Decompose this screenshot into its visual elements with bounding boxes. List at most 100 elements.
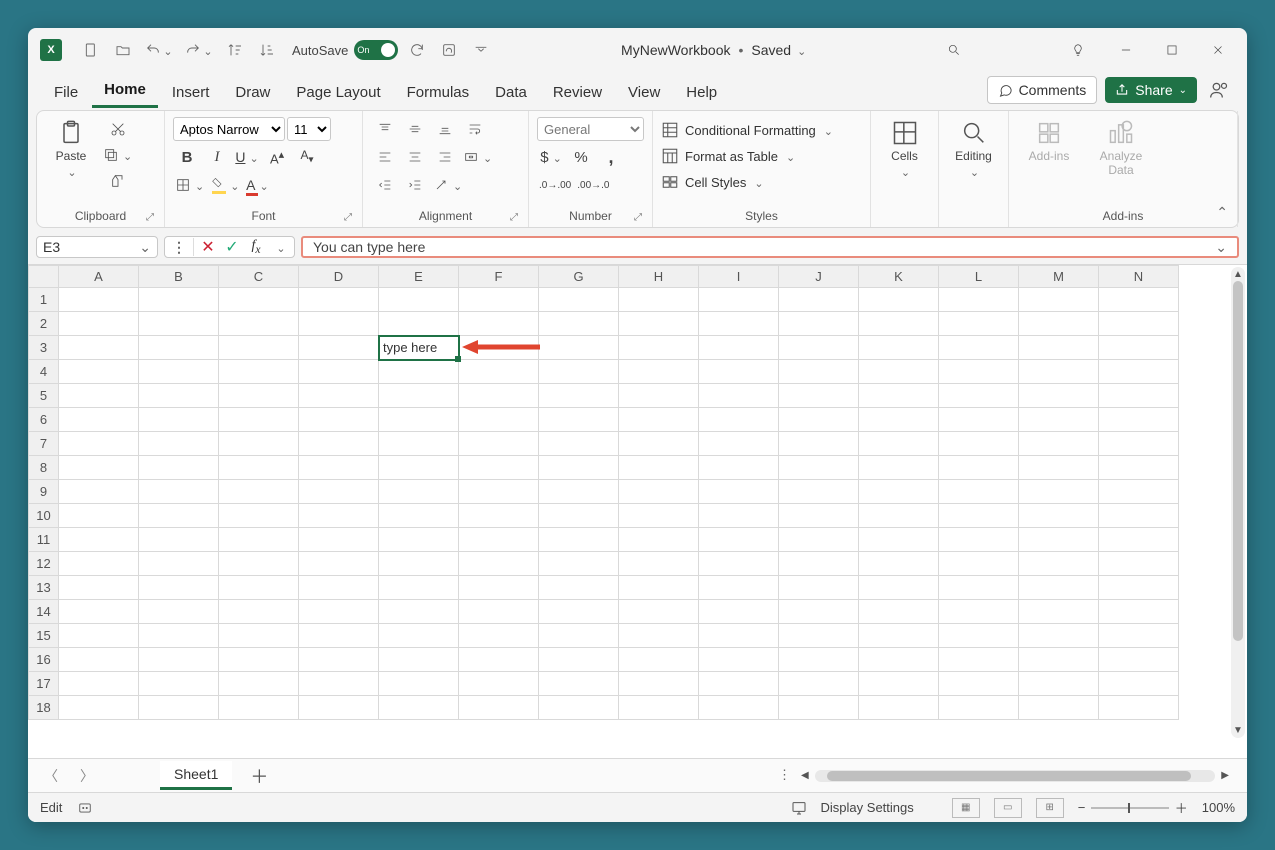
cell-H4[interactable] — [619, 360, 699, 384]
cell-J12[interactable] — [779, 552, 859, 576]
cell-F10[interactable] — [459, 504, 539, 528]
cell-F12[interactable] — [459, 552, 539, 576]
cell-H9[interactable] — [619, 480, 699, 504]
cell-G16[interactable] — [539, 648, 619, 672]
cell-D14[interactable] — [299, 600, 379, 624]
cell-K6[interactable] — [859, 408, 939, 432]
border-button[interactable] — [173, 173, 206, 197]
cell-K18[interactable] — [859, 696, 939, 720]
cell-M3[interactable] — [1019, 336, 1099, 360]
cell-G12[interactable] — [539, 552, 619, 576]
cell-H6[interactable] — [619, 408, 699, 432]
cell-H13[interactable] — [619, 576, 699, 600]
cell-G9[interactable] — [539, 480, 619, 504]
cell-I8[interactable] — [699, 456, 779, 480]
cell-C7[interactable] — [219, 432, 299, 456]
sort-desc-icon[interactable] — [254, 36, 280, 64]
cell-I18[interactable] — [699, 696, 779, 720]
cell-I16[interactable] — [699, 648, 779, 672]
cell-L14[interactable] — [939, 600, 1019, 624]
cell-C9[interactable] — [219, 480, 299, 504]
cell-J5[interactable] — [779, 384, 859, 408]
cell-K13[interactable] — [859, 576, 939, 600]
cell-I12[interactable] — [699, 552, 779, 576]
cell-M16[interactable] — [1019, 648, 1099, 672]
cell-L9[interactable] — [939, 480, 1019, 504]
cell-H5[interactable] — [619, 384, 699, 408]
insert-function-button[interactable]: fx — [246, 238, 266, 256]
column-header-H[interactable]: H — [619, 266, 699, 288]
align-middle-button[interactable] — [401, 117, 429, 141]
cell-A6[interactable] — [59, 408, 139, 432]
row-header-2[interactable]: 2 — [29, 312, 59, 336]
cell-C2[interactable] — [219, 312, 299, 336]
cell-B12[interactable] — [139, 552, 219, 576]
cell-E3[interactable]: type here — [379, 336, 459, 360]
tab-home[interactable]: Home — [92, 74, 158, 108]
row-header-11[interactable]: 11 — [29, 528, 59, 552]
cell-J3[interactable] — [779, 336, 859, 360]
cell-K15[interactable] — [859, 624, 939, 648]
cell-L6[interactable] — [939, 408, 1019, 432]
cell-L15[interactable] — [939, 624, 1019, 648]
cell-J17[interactable] — [779, 672, 859, 696]
number-launcher[interactable]: ⤢ — [634, 212, 642, 223]
cell-M15[interactable] — [1019, 624, 1099, 648]
cell-A3[interactable] — [59, 336, 139, 360]
tab-file[interactable]: File — [42, 77, 90, 108]
cell-J7[interactable] — [779, 432, 859, 456]
cell-H14[interactable] — [619, 600, 699, 624]
autosave-toggle[interactable]: On — [354, 40, 398, 60]
cell-L11[interactable] — [939, 528, 1019, 552]
cell-A11[interactable] — [59, 528, 139, 552]
row-header-15[interactable]: 15 — [29, 624, 59, 648]
row-header-3[interactable]: 3 — [29, 336, 59, 360]
cell-I15[interactable] — [699, 624, 779, 648]
scroll-thumb[interactable] — [1233, 281, 1243, 641]
document-title[interactable]: MyNewWorkbook Saved — [500, 42, 927, 58]
cell-I6[interactable] — [699, 408, 779, 432]
decrease-indent-button[interactable] — [371, 173, 399, 197]
cell-N14[interactable] — [1099, 600, 1179, 624]
new-file-icon[interactable] — [78, 36, 104, 64]
copy-button[interactable] — [101, 143, 134, 167]
font-color-button[interactable]: A — [243, 173, 271, 197]
cell-K10[interactable] — [859, 504, 939, 528]
cell-F14[interactable] — [459, 600, 539, 624]
function-dropdown-icon[interactable] — [270, 239, 290, 255]
cell-G18[interactable] — [539, 696, 619, 720]
cell-F11[interactable] — [459, 528, 539, 552]
row-header-13[interactable]: 13 — [29, 576, 59, 600]
search-icon[interactable] — [933, 35, 975, 65]
cell-L2[interactable] — [939, 312, 1019, 336]
cell-L16[interactable] — [939, 648, 1019, 672]
row-header-12[interactable]: 12 — [29, 552, 59, 576]
cell-F8[interactable] — [459, 456, 539, 480]
cell-L3[interactable] — [939, 336, 1019, 360]
paste-button[interactable]: Paste — [45, 115, 97, 183]
cell-D6[interactable] — [299, 408, 379, 432]
cell-L4[interactable] — [939, 360, 1019, 384]
cell-G15[interactable] — [539, 624, 619, 648]
cell-J16[interactable] — [779, 648, 859, 672]
cell-K1[interactable] — [859, 288, 939, 312]
cell-C12[interactable] — [219, 552, 299, 576]
add-sheet-button[interactable]: ＋ — [242, 763, 276, 789]
cell-H17[interactable] — [619, 672, 699, 696]
cell-H16[interactable] — [619, 648, 699, 672]
cell-F18[interactable] — [459, 696, 539, 720]
cell-H18[interactable] — [619, 696, 699, 720]
cell-L1[interactable] — [939, 288, 1019, 312]
cell-A18[interactable] — [59, 696, 139, 720]
cell-N13[interactable] — [1099, 576, 1179, 600]
cell-I4[interactable] — [699, 360, 779, 384]
cell-H11[interactable] — [619, 528, 699, 552]
cell-M17[interactable] — [1019, 672, 1099, 696]
cell-J6[interactable] — [779, 408, 859, 432]
cell-C16[interactable] — [219, 648, 299, 672]
cell-N6[interactable] — [1099, 408, 1179, 432]
row-header-14[interactable]: 14 — [29, 600, 59, 624]
cell-G8[interactable] — [539, 456, 619, 480]
cell-L8[interactable] — [939, 456, 1019, 480]
increase-decimal-button[interactable]: .0→.00 — [537, 173, 573, 197]
